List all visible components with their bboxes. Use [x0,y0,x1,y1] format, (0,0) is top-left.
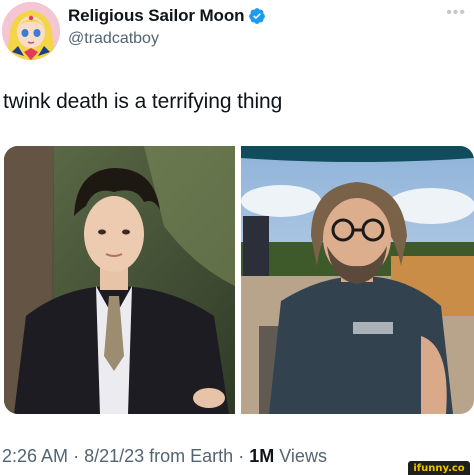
verified-badge-icon [249,8,266,24]
photo-image [241,146,474,414]
watermark-text: ifunny.co [413,462,465,474]
watermark: ifunny.co [408,461,470,475]
tweet-date[interactable]: 8/21/23 [84,446,144,466]
views-label: Views [279,446,327,466]
photo-older-man-glasses[interactable] [241,146,474,414]
photo-young-man-suit[interactable] [4,146,235,414]
name-row: Religious Sailor Moon [68,6,266,26]
views-count: 1M [249,446,275,466]
photo-image [4,146,235,414]
user-handle[interactable]: @tradcatboy [68,30,159,48]
tweet-text: twink death is a terrifying thing [3,90,283,113]
tweet-source: from Earth [149,446,234,466]
tweet-media[interactable] [4,146,474,414]
tweet-header: Religious Sailor Moon @tradcatboy ••• [0,0,474,62]
tweet-meta: 2:26 AM · 8/21/23 from Earth · 1M Views [2,446,327,467]
avatar-image [2,2,60,60]
avatar[interactable] [2,2,60,60]
meta-separator: · [73,446,80,466]
tweet-time[interactable]: 2:26 AM [2,446,68,466]
more-horizontal-icon[interactable]: ••• [446,4,466,22]
display-name[interactable]: Religious Sailor Moon [68,6,245,26]
meta-separator: · [238,446,245,466]
